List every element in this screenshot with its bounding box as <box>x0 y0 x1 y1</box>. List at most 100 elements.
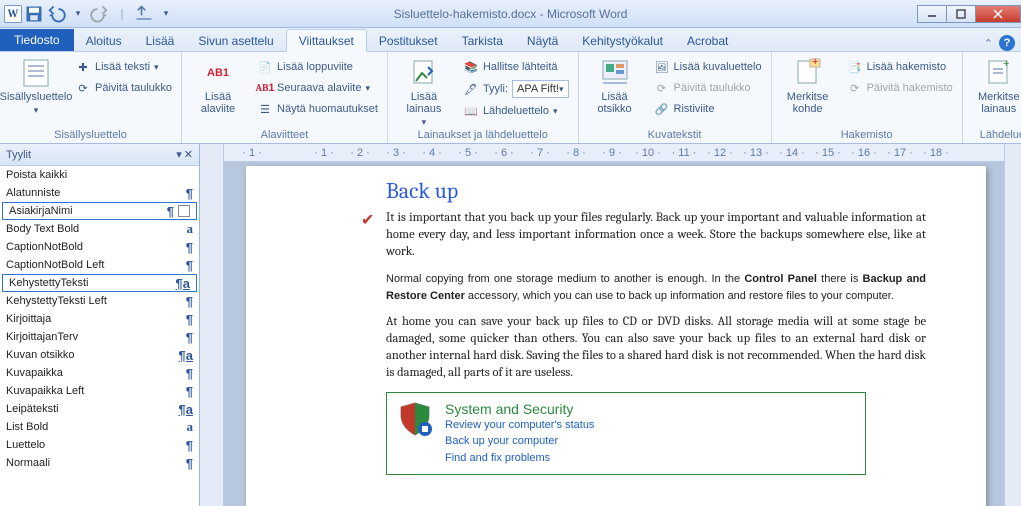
group-citations: Lisää lainaus▾ 📚Hallitse lähteitä 🖋Tyyli… <box>388 52 579 143</box>
endnote-icon: 📄 <box>257 59 273 75</box>
tab-file[interactable]: Tiedosto <box>0 29 74 51</box>
save-icon[interactable] <box>24 4 44 24</box>
mark-icon: + <box>792 57 824 89</box>
tab-review[interactable]: Tarkista <box>450 30 515 51</box>
svg-text:+: + <box>1003 58 1009 70</box>
toc-button[interactable]: Sisällysluettelo▾ <box>6 55 66 116</box>
app-icon[interactable]: W <box>4 5 22 23</box>
show-notes-button[interactable]: ☰Näytä huomautukset <box>254 100 381 118</box>
refresh-icon: ⟳ <box>847 80 863 96</box>
paragraph: Normal copying from one storage medium t… <box>386 271 926 305</box>
window-title: Sisluettelo-hakemisto.docx - Microsoft W… <box>394 7 628 21</box>
page[interactable]: Back up ✔ It is important that you back … <box>246 166 986 506</box>
footnote-icon: AB1 <box>202 57 234 89</box>
group-footnotes: AB1 Lisää alaviite 📄Lisää loppuviite AB1… <box>182 52 388 143</box>
undo-dropdown-icon[interactable]: ▾ <box>68 4 88 24</box>
update-index-button: ⟳Päivitä hakemisto <box>844 79 956 97</box>
tab-pagelayout[interactable]: Sivun asettelu <box>186 30 285 51</box>
style-item[interactable]: KehystettyTeksti Left¶ <box>0 292 199 310</box>
qat-sep: | <box>112 4 132 24</box>
xref-icon: 🔗 <box>654 101 670 117</box>
crossref-button[interactable]: 🔗Ristiviite <box>651 100 765 118</box>
pane-close-icon[interactable]: ✕ <box>184 148 193 161</box>
help-icon[interactable]: ? <box>999 35 1015 51</box>
mark-entry-button[interactable]: + Merkitse kohde <box>778 55 838 115</box>
manage-sources-button[interactable]: 📚Hallitse lähteitä <box>460 58 572 76</box>
citation-style-combo[interactable]: APA Fift!▾ <box>512 80 569 98</box>
tab-acrobat[interactable]: Acrobat <box>675 30 740 51</box>
group-label: Lainaukset ja lähdeluettelo <box>394 128 572 142</box>
ribbon-tabs: Tiedosto Aloitus Lisää Sivun asettelu Vi… <box>0 28 1021 52</box>
style-item[interactable]: Body Text Bolda <box>0 220 199 238</box>
scrollbar[interactable] <box>1004 144 1021 506</box>
callout-link[interactable]: Find and fix problems <box>445 450 855 467</box>
close-button[interactable] <box>975 5 1021 23</box>
styles-pane: Tyylit ▾✕ Poista kaikkiAlatunniste¶Asiak… <box>0 144 200 506</box>
shield-icon <box>397 401 433 437</box>
index-icon: 📑 <box>847 59 863 75</box>
maximize-button[interactable] <box>946 5 976 23</box>
tab-references[interactable]: Viittaukset <box>286 29 367 52</box>
style-item[interactable]: Kuvapaikka Left¶ <box>0 382 199 400</box>
style-item[interactable]: Alatunniste¶ <box>0 184 199 202</box>
workspace: Tyylit ▾✕ Poista kaikkiAlatunniste¶Asiak… <box>0 144 1021 506</box>
insert-index-button[interactable]: 📑Lisää hakemisto <box>844 58 956 76</box>
quickprint-icon[interactable] <box>134 4 154 24</box>
minimize-button[interactable] <box>917 5 947 23</box>
style-item[interactable]: Normaali¶ <box>0 454 199 472</box>
mark-citation-button[interactable]: + Merkitse lainaus <box>969 55 1021 115</box>
pane-header: Tyylit ▾✕ <box>0 144 199 166</box>
group-label: Kuvatekstit <box>585 128 765 142</box>
style-item[interactable]: CaptionNotBold Left¶ <box>0 256 199 274</box>
qat-customize-icon[interactable]: ▾ <box>156 4 176 24</box>
style-item[interactable]: List Bolda <box>0 418 199 436</box>
group-label: Hakemisto <box>778 128 956 142</box>
plus-icon: ✚ <box>75 59 91 75</box>
redo-icon[interactable] <box>90 4 110 24</box>
group-authorities: + Merkitse lainaus 📄 ⟳ Lähdeluettelo <box>963 52 1021 143</box>
style-item[interactable]: KehystettyTeksti¶a <box>2 274 197 292</box>
callout-link[interactable]: Review your computer's status <box>445 417 855 434</box>
group-captions: Lisää otsikko 🖼Lisää kuvaluettelo ⟳Päivi… <box>579 52 772 143</box>
add-text-button[interactable]: ✚Lisää teksti ▾ <box>72 58 175 76</box>
style-item[interactable]: Luettelo¶ <box>0 436 199 454</box>
insert-endnote-button[interactable]: 📄Lisää loppuviite <box>254 58 381 76</box>
tab-insert[interactable]: Lisää <box>134 30 187 51</box>
style-list[interactable]: Poista kaikkiAlatunniste¶AsiakirjaNimi¶B… <box>0 166 199 506</box>
callout-link[interactable]: Back up your computer <box>445 433 855 450</box>
biblio-icon: 📖 <box>463 103 479 119</box>
style-item[interactable]: CaptionNotBold¶ <box>0 238 199 256</box>
ribbon-min-icon[interactable]: ⌃ <box>984 37 993 50</box>
group-label: Lähdeluettelo <box>969 128 1021 142</box>
style-item[interactable]: AsiakirjaNimi¶ <box>2 202 197 220</box>
undo-icon[interactable] <box>46 4 66 24</box>
insert-figtable-button[interactable]: 🖼Lisää kuvaluettelo <box>651 58 765 76</box>
style-item[interactable]: Leipäteksti¶a <box>0 400 199 418</box>
ribbon: Sisällysluettelo▾ ✚Lisää teksti ▾ ⟳Päivi… <box>0 52 1021 144</box>
refresh-icon: ⟳ <box>75 80 91 96</box>
group-toc: Sisällysluettelo▾ ✚Lisää teksti ▾ ⟳Päivi… <box>0 52 182 143</box>
next-icon: AB1 <box>257 80 273 96</box>
next-footnote-button[interactable]: AB1Seuraava alaviite ▾ <box>254 79 381 97</box>
bibliography-button[interactable]: 📖Lähdeluettelo ▾ <box>460 102 572 120</box>
style-item[interactable]: Kirjoittaja¶ <box>0 310 199 328</box>
tab-mailings[interactable]: Postitukset <box>367 30 450 51</box>
sources-icon: 📚 <box>463 59 479 75</box>
horizontal-ruler[interactable]: · 1 ·· 1 ·· 2 ·· 3 ·· 4 ·· 5 ·· 6 ·· 7 ·… <box>224 144 1021 162</box>
notes-icon: ☰ <box>257 101 273 117</box>
tab-view[interactable]: Näytä <box>515 30 570 51</box>
insert-footnote-button[interactable]: AB1 Lisää alaviite <box>188 55 248 115</box>
style-item[interactable]: Poista kaikki <box>0 166 199 184</box>
style-item[interactable]: Kuvapaikka¶ <box>0 364 199 382</box>
style-item[interactable]: Kuvan otsikko¶a <box>0 346 199 364</box>
insert-caption-button[interactable]: Lisää otsikko <box>585 55 645 115</box>
update-toc-button[interactable]: ⟳Päivitä taulukko <box>72 79 175 97</box>
insert-citation-button[interactable]: Lisää lainaus▾ <box>394 55 454 128</box>
style-item[interactable]: KirjoittajanTerv¶ <box>0 328 199 346</box>
tab-developer[interactable]: Kehitystyökalut <box>570 30 675 51</box>
document-area[interactable]: · 1 ·· 1 ·· 2 ·· 3 ·· 4 ·· 5 ·· 6 ·· 7 ·… <box>224 144 1021 506</box>
paragraph: At home you can save your back up files … <box>386 314 926 382</box>
tab-home[interactable]: Aloitus <box>74 30 134 51</box>
pane-menu-icon[interactable]: ▾ <box>176 148 182 161</box>
check-icon: ✔ <box>361 210 374 230</box>
